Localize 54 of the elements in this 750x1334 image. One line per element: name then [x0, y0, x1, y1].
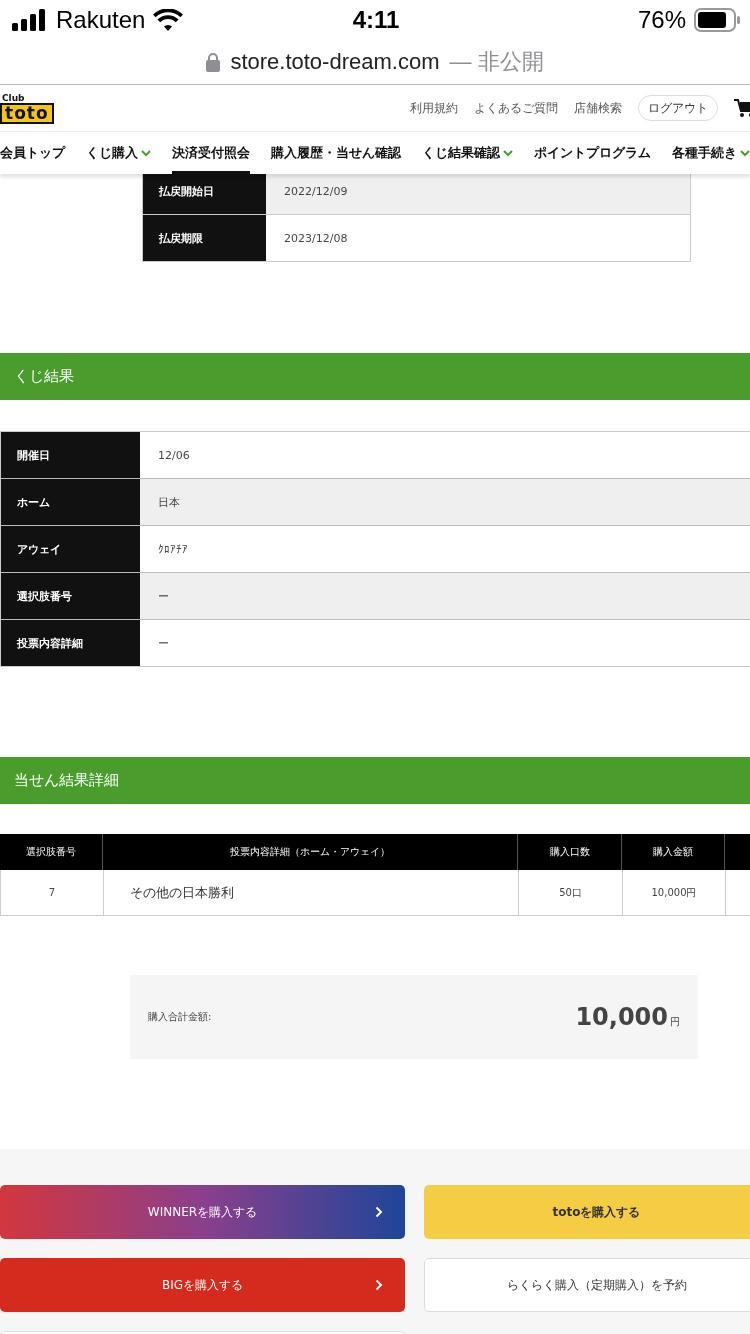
column-header: 投票内容詳細（ホーム・アウェイ） — [103, 834, 518, 870]
chevron-right-icon — [375, 1279, 383, 1291]
table-cell: 10,000円 — [623, 870, 726, 915]
chevron-down-icon — [503, 149, 513, 157]
table-value-cell-text: 12/06 — [157, 447, 190, 464]
purchase-button[interactable]: totoを購入する — [424, 1185, 750, 1239]
table-label-cell: アウェイ — [1, 526, 140, 572]
table-cell: その他の日本勝利 — [104, 870, 519, 915]
wifi-icon — [153, 9, 184, 31]
chevron-down-icon — [740, 149, 750, 157]
header-link[interactable]: 店舗検索 — [574, 99, 622, 117]
cart-icon[interactable] — [734, 98, 750, 118]
section-header-bar: 当せん結果詳細 — [0, 757, 750, 804]
purchase-button[interactable]: らくらく購入（定期購入）を予約 — [424, 1258, 750, 1312]
carrier-name: Rakuten — [56, 6, 146, 34]
header-link[interactable]: 利用規約 — [410, 99, 458, 117]
table-value-cell-text: 2023/12/08 — [283, 230, 348, 247]
table-label-cell: 払戻期限 — [143, 215, 266, 261]
battery-icon — [694, 8, 740, 32]
privacy-note: — 非公開 — [449, 48, 544, 76]
table-label-cell: 選択肢番号 — [1, 573, 140, 619]
chevron-right-icon — [375, 1206, 383, 1218]
table-value-cell-text: 日本 — [157, 494, 180, 511]
chevron-down-icon — [141, 149, 151, 157]
table-label-cell: ホーム — [1, 479, 140, 525]
lock-icon — [206, 52, 221, 72]
column-header: 購入金額 — [622, 834, 725, 870]
nav-tab[interactable]: ポイントプログラム — [534, 132, 651, 174]
nav-tab[interactable]: くじ結果確認 — [422, 132, 513, 174]
table-label-cell: 開催日 — [1, 432, 140, 478]
total-amount: 10,000 — [575, 1003, 668, 1031]
header-link[interactable]: よくあるご質問 — [474, 99, 558, 117]
nav-tab[interactable]: 各種手続き — [672, 132, 750, 174]
purchase-button[interactable]: WINNERを購入する — [0, 1185, 405, 1239]
logout-button[interactable]: ログアウト — [638, 95, 718, 121]
battery-percent: 76% — [637, 6, 686, 34]
section-header-bar: くじ結果 — [0, 353, 750, 400]
table-value-cell-text: ｸﾛｱﾁｱ — [157, 541, 188, 558]
table-value-cell-text: 2022/12/09 — [283, 183, 348, 200]
table-label-cell: 投票内容詳細 — [1, 620, 140, 666]
purchase-button[interactable]: BIGを購入する — [0, 1258, 405, 1312]
table-value-cell-text: ー — [157, 588, 169, 605]
nav-tab[interactable]: 購入履歴・当せん確認 — [271, 132, 401, 174]
table-cell: 50口 — [519, 870, 623, 915]
column-header: 購入口数 — [518, 834, 622, 870]
total-label: 購入合計金額: — [148, 1010, 212, 1024]
nav-tab[interactable]: 会員トップ — [0, 132, 65, 174]
signal-icon — [12, 9, 48, 31]
url-text[interactable]: store.toto-dream.com — [230, 49, 440, 75]
table-value-cell-text: ー — [157, 635, 169, 652]
clock-time: 4:11 — [352, 6, 400, 34]
column-header: 選択肢番号 — [0, 834, 103, 870]
total-unit: 円 — [670, 1015, 680, 1029]
table-cell: 7 — [1, 870, 104, 915]
